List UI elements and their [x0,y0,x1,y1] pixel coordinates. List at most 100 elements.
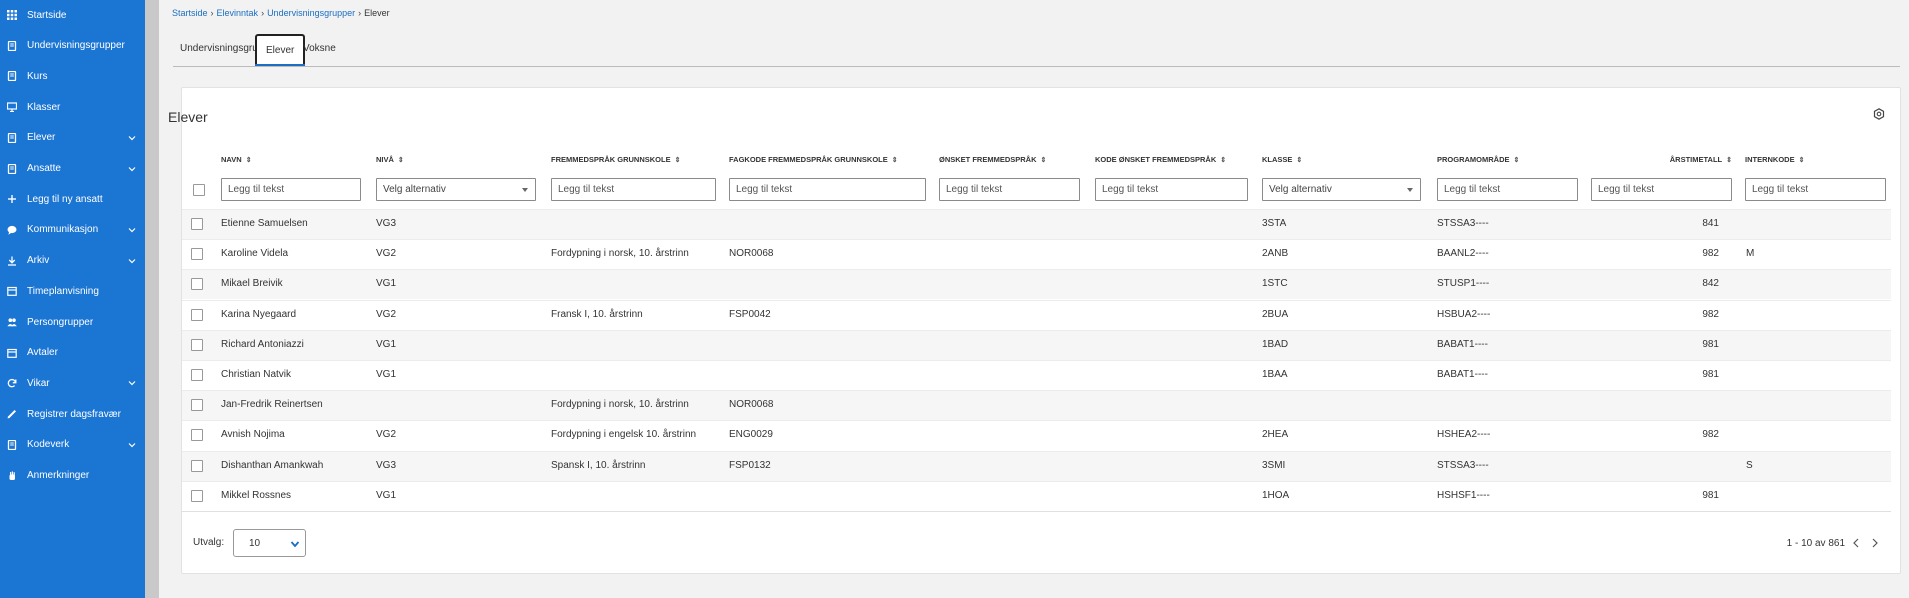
cell-internkode: M [1746,248,1755,260]
page-size-label: Utvalg: [193,537,225,548]
filter-input-navn[interactable] [221,178,361,201]
sidebar-item-anmerkninger[interactable]: Anmerkninger [0,461,145,491]
cell-navn: Etienne Samuelsen [221,218,308,229]
caret-down-icon [1407,188,1413,192]
column-header-onsket[interactable]: Ønsket fremmedspråk ⇕ [939,155,1046,164]
sidebar-item-label: Startside [27,9,67,21]
column-header-fremmedsprak[interactable]: Fremmedspråk grunnskole ⇕ [551,155,680,164]
sidebar-item-undervisningsgrupper[interactable]: Undervisningsgrupper [0,31,145,61]
sidebar-scroll-edge [145,0,159,598]
sidebar-item-label: Kodeverk [27,439,70,451]
cell-niva: VG3 [376,218,397,229]
filter-input-onsket[interactable] [939,178,1080,201]
cell-fagkode: NOR0068 [729,399,774,411]
breadcrumb-link-undervisningsgrupper[interactable]: Undervisningsgrupper [267,8,355,18]
row-checkbox[interactable] [191,248,203,261]
row-checkbox[interactable] [191,338,203,351]
sidebar-item-kommunikasjon[interactable]: Kommunikasjon [0,215,145,245]
cell-niva: VG2 [376,308,397,320]
filter-input-internkode[interactable] [1745,178,1886,201]
pagination-info: 1 - 10 av 861 [1786,538,1845,549]
cell-fagkode: FSP0132 [729,459,771,471]
cell-arstimetall: 841 [1702,218,1719,229]
column-header-label: Internkode [1745,155,1795,164]
column-header-fagkode[interactable]: Fagkode fremmedspråk grunnskole ⇕ [729,155,898,164]
plus-icon [8,195,16,204]
chevron-left-icon[interactable] [1852,538,1860,548]
sidebar-item-legg-til-ny-ansatt[interactable]: Legg til ny ansatt [0,184,145,214]
sidebar-item-kurs[interactable]: Kurs [0,61,145,91]
column-header-label: Nivå [376,155,394,164]
cell-navn: Christian Natvik [221,369,292,380]
filter-input-fremmedsprak[interactable] [551,178,716,201]
sidebar-item-timeplanvisning[interactable]: Timeplanvisning [0,276,145,306]
row-checkbox[interactable] [191,489,203,502]
sidebar-item-persongrupper[interactable]: Persongrupper [0,307,145,337]
cell-programomrade: BAANL2---- [1437,248,1489,260]
sidebar-item-label: Klasser [27,101,61,113]
chevron-down-icon [128,258,136,263]
column-header-klasse[interactable]: Klasse ⇕ [1262,155,1302,164]
cell-klasse: 1HOA [1262,489,1290,501]
chevron-down-icon [128,381,136,386]
hand-icon [9,471,15,480]
row-checkbox[interactable] [191,399,203,412]
filter-select-niva[interactable]: Velg alternativ [376,178,536,201]
sidebar-item-kodeverk[interactable]: Kodeverk [0,430,145,460]
row-checkbox[interactable] [191,459,203,472]
tab-voksne[interactable]: Voksne [294,34,345,65]
select-all-checkbox[interactable] [193,184,205,196]
column-header-internkode[interactable]: Internkode ⇕ [1745,155,1804,164]
page-size-select[interactable]: 10 [233,529,306,557]
cell-fagkode: ENG0029 [729,429,773,441]
sidebar-item-registrer-dagsfravær[interactable]: Registrer dagsfravær [0,399,145,429]
row-checkbox[interactable] [191,429,203,442]
sidebar-item-startside[interactable]: Startside [0,0,145,30]
sort-icon: ⇕ [1798,157,1805,164]
chevron-right-icon[interactable] [1871,538,1879,548]
row-checkbox[interactable] [191,369,203,381]
column-header-niva[interactable]: Nivå ⇕ [376,155,404,164]
column-header-programomrade[interactable]: Programområde ⇕ [1437,155,1519,164]
cell-fremmedsprak: Spansk I, 10. årstrinn [551,459,646,471]
column-header-arstimetall[interactable]: Årstimetall ⇕ [1662,155,1732,164]
cell-programomrade: HSHEA2---- [1437,429,1491,441]
filter-input-arstimetall[interactable] [1591,178,1732,201]
cell-klasse: 2ANB [1262,248,1289,260]
cell-niva: VG1 [376,338,397,350]
breadcrumb-link-elevinntak[interactable]: Elevinntak [217,8,259,18]
sidebar-item-label: Timeplanvisning [27,285,99,297]
breadcrumb-link-startside[interactable]: Startside [172,8,208,18]
cell-arstimetall: 982 [1702,429,1719,441]
cell-programomrade: HSBUA2---- [1437,308,1491,320]
sidebar-item-arkiv[interactable]: Arkiv [0,246,145,276]
sidebar-item-vikar[interactable]: Vikar [0,368,145,398]
calendar-icon [7,287,17,297]
filter-input-fagkode[interactable] [729,178,926,201]
sort-icon: ⇕ [674,157,681,164]
filter-select-klasse[interactable]: Velg alternativ [1262,178,1421,201]
column-header-navn[interactable]: Navn ⇕ [221,155,252,164]
filter-input-kode_onsket[interactable] [1095,178,1248,201]
cell-programomrade: STSSA3---- [1437,459,1489,471]
column-header-label: Kode ønsket fremmedspråk [1095,155,1217,164]
cell-fagkode: NOR0068 [729,248,774,260]
table-row[interactable] [182,450,1891,481]
filter-input-programomrade[interactable] [1437,178,1578,201]
table-row[interactable] [182,390,1891,421]
sidebar-item-avtaler[interactable]: Avtaler [0,338,145,368]
cell-arstimetall: 982 [1702,248,1719,260]
row-checkbox[interactable] [191,278,203,291]
sidebar-item-elever[interactable]: Elever [0,123,145,153]
sidebar-item-ansatte[interactable]: Ansatte [0,154,145,184]
row-checkbox[interactable] [191,218,203,230]
gear-icon[interactable] [1873,108,1885,120]
column-header-kode_onsket[interactable]: Kode ønsket fremmedspråk ⇕ [1095,155,1226,164]
cell-navn: Karina Nyegaard [221,308,297,320]
row-checkbox[interactable] [191,308,203,321]
sort-icon: ⇕ [891,157,898,164]
cell-programomrade: STUSP1---- [1437,278,1490,290]
table-footer-divider [182,511,1891,512]
sidebar-item-klasser[interactable]: Klasser [0,92,145,122]
cell-fagkode: FSP0042 [729,308,771,320]
